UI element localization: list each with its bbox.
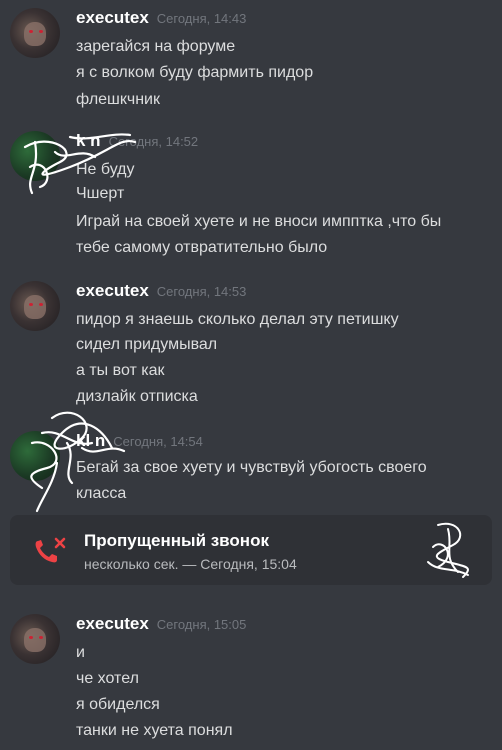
message-line: тебе самому отвратительно было <box>76 239 328 256</box>
avatar[interactable] <box>10 8 60 58</box>
timestamp: Сегодня, 14:43 <box>156 11 247 26</box>
message-line: Бегай за свое хуету и чувствуй убогость … <box>76 459 427 476</box>
message-line: флешкчник <box>76 91 160 108</box>
avatar[interactable] <box>10 431 60 481</box>
message-line: а ты вот как <box>76 362 165 379</box>
message-line: зарегайся на форуме <box>76 38 236 55</box>
message-line: пидор я знаешь сколько делал эту петишку <box>76 311 399 328</box>
avatar[interactable] <box>10 131 60 181</box>
redacted-avatar-scribble <box>427 522 469 578</box>
timestamp: Сегодня, 15:05 <box>156 617 247 632</box>
message-line: дизлайк отписка <box>76 388 198 405</box>
avatar-face <box>24 628 46 652</box>
message-line: Играй на своей хуете и не вноси импптка … <box>76 213 442 230</box>
message-header: kl n Сегодня, 14:54 <box>76 431 203 451</box>
message-header: executex Сегодня, 14:43 <box>76 8 246 28</box>
timestamp: Сегодня, 14:54 <box>113 434 203 449</box>
message-header: executex Сегодня, 15:05 <box>76 614 246 634</box>
message-line: я обиделся <box>76 696 160 713</box>
message-line: танки не хуета понял <box>76 722 233 739</box>
username[interactable]: executex <box>76 281 149 300</box>
username[interactable]: k n <box>76 131 101 150</box>
avatar[interactable] <box>10 614 60 664</box>
avatar-face <box>24 22 46 46</box>
message-header: executex Сегодня, 14:53 <box>76 281 246 301</box>
message-line: че хотел <box>76 670 139 687</box>
missed-call-icon <box>35 537 66 563</box>
timestamp: Сегодня, 14:53 <box>156 284 247 299</box>
message-line: класса <box>76 485 127 502</box>
message-line: я с волком буду фармить пидор <box>76 64 314 81</box>
message-line: сидел придумывал <box>76 336 218 353</box>
avatar[interactable] <box>10 281 60 331</box>
missed-call-card[interactable]: Пропущенный звонок несколько сек. — Сего… <box>10 515 492 585</box>
call-subtitle: несколько сек. — Сегодня, 15:04 <box>84 556 297 572</box>
username[interactable]: executex <box>76 614 149 633</box>
message-line: Чшерт <box>76 185 125 202</box>
message-line: Не буду <box>76 161 135 178</box>
call-title: Пропущенный звонок <box>84 531 269 550</box>
timestamp: Сегодня, 14:52 <box>108 134 199 149</box>
message-line: и <box>76 644 85 661</box>
message-header: k n Сегодня, 14:52 <box>76 131 198 151</box>
avatar-face <box>24 295 46 319</box>
username[interactable]: kl n <box>76 431 105 450</box>
username[interactable]: executex <box>76 8 149 27</box>
